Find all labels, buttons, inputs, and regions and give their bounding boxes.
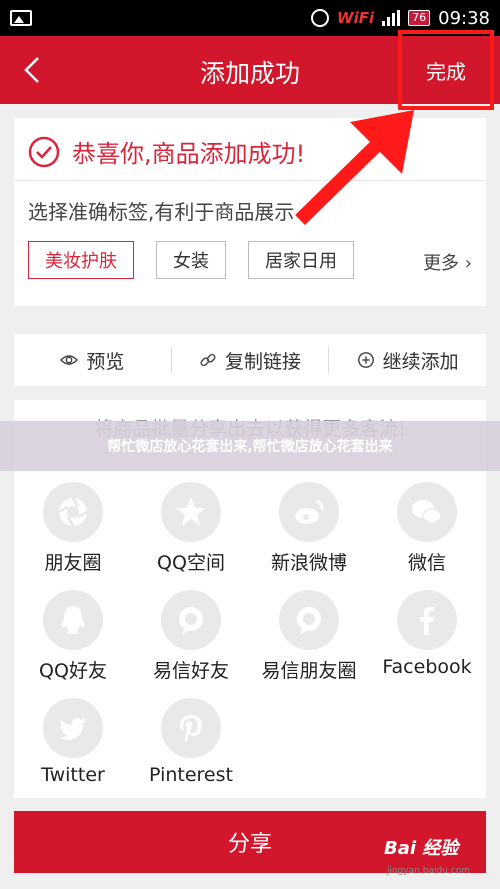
share-qq-friend[interactable]: QQ好友 [14, 590, 132, 683]
more-label: 更多 [423, 253, 460, 274]
share-label: 易信好友 [152, 660, 229, 682]
eye-icon [60, 355, 79, 365]
share-label: QQ空间 [157, 552, 225, 574]
share-label: 新浪微博 [270, 552, 347, 574]
signal-icon [382, 10, 401, 26]
battery-icon: 76 [408, 10, 431, 26]
moments-icon [58, 497, 88, 527]
share-label: Pinterest [149, 764, 233, 786]
tag-list: 美妆护肤 女装 居家日用 [28, 241, 354, 279]
wifi-label: WiFi [337, 9, 375, 27]
share-pinterest[interactable]: Pinterest [132, 698, 250, 786]
yixin-moments-icon [297, 607, 321, 635]
clock: 09:38 [438, 7, 490, 29]
share-moments[interactable]: 朋友圈 [14, 482, 132, 575]
share-label: Facebook [382, 656, 472, 678]
preview-button[interactable]: 预览 [14, 347, 171, 374]
share-yixin-moments[interactable]: 易信朋友圈 [250, 590, 368, 683]
twitter-icon [59, 718, 87, 740]
share-weibo[interactable]: 新浪微博 [250, 482, 368, 575]
watermark-url: jingyan.baidu.com [386, 866, 470, 876]
qzone-icon [176, 497, 206, 526]
share-wechat[interactable]: 微信 [368, 482, 486, 575]
share-label: 易信朋友圈 [261, 660, 357, 682]
link-icon [200, 353, 216, 367]
tag-hint: 选择准确标签,有利于商品展示 [28, 200, 295, 224]
app-header: 添加成功 完成 [0, 30, 500, 110]
tag-beauty[interactable]: 美妆护肤 [28, 241, 134, 279]
banner-overlay: 帮忙微店放心花套出来,帮忙微店放心花套出来 [0, 421, 500, 471]
weibo-icon [295, 499, 324, 524]
share-facebook[interactable]: Facebook [368, 590, 486, 678]
share-twitter[interactable]: Twitter [14, 698, 132, 786]
image-notification-icon [10, 10, 32, 26]
success-card: 恭喜你,商品添加成功! 选择准确标签,有利于商品展示 美妆护肤 女装 居家日用 … [14, 118, 486, 306]
baidu-watermark: Bai 经验 [384, 838, 459, 859]
plus-circle-icon [357, 352, 374, 368]
share-label: 微信 [407, 552, 446, 574]
alarm-icon [311, 9, 330, 27]
tag-household[interactable]: 居家日用 [248, 241, 354, 279]
yixin-icon [179, 607, 203, 635]
pinterest-icon [180, 715, 202, 742]
success-message: 恭喜你,商品添加成功! [72, 140, 306, 168]
share-yixin-friend[interactable]: 易信好友 [132, 590, 250, 683]
done-button[interactable]: 完成 [398, 30, 494, 110]
wechat-icon [412, 500, 442, 524]
more-tags-link[interactable]: 更多 › [423, 249, 472, 275]
divider [14, 180, 486, 181]
copy-link-button[interactable]: 复制链接 [172, 347, 329, 374]
copy-link-label: 复制链接 [225, 350, 302, 373]
continue-add-button[interactable]: 继续添加 [329, 347, 486, 374]
share-qzone[interactable]: QQ空间 [132, 482, 250, 575]
facebook-icon [420, 607, 434, 635]
share-label: Twitter [41, 764, 105, 786]
action-bar: 预览 复制链接 继续添加 [14, 334, 486, 386]
tag-womens-wear[interactable]: 女装 [156, 241, 226, 279]
share-label: QQ好友 [39, 660, 107, 682]
continue-add-label: 继续添加 [382, 350, 459, 373]
preview-label: 预览 [86, 350, 125, 373]
share-label: 朋友圈 [44, 552, 102, 574]
check-circle-icon [28, 136, 60, 167]
qq-icon [61, 606, 85, 634]
chevron-right-icon: › [464, 253, 472, 274]
